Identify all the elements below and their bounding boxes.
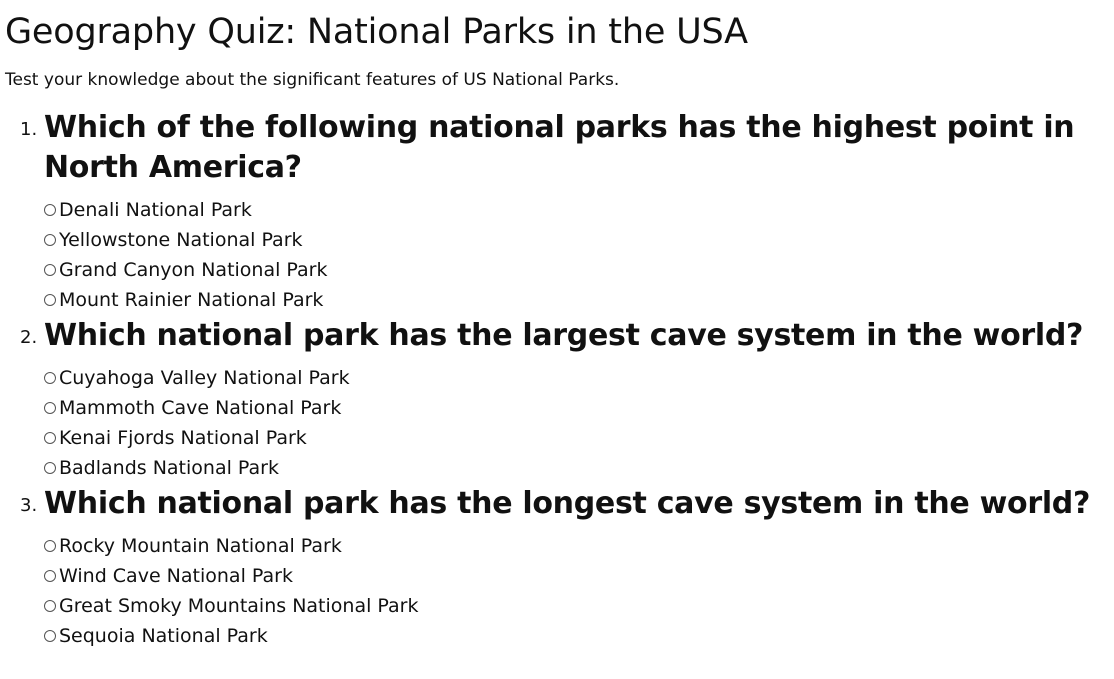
option-q1-c[interactable]: Grand Canyon National Park [44,255,1114,285]
option-label: Yellowstone National Park [59,229,303,251]
option-q2-c[interactable]: Kenai Fjords National Park [44,423,1114,453]
question-text: Which national park has the longest cave… [44,486,1091,521]
option-label: Denali National Park [59,199,252,221]
question-number: 2. [20,327,38,348]
options-group: Rocky Mountain National Park Wind Cave N… [44,531,1114,652]
option-q3-d[interactable]: Sequoia National Park [44,621,1114,651]
options-group: Denali National Park Yellowstone Nationa… [44,195,1114,316]
option-q2-b[interactable]: Mammoth Cave National Park [44,393,1114,423]
radio-button[interactable] [44,600,56,612]
option-label: Mount Rainier National Park [59,289,324,311]
quiz-page: Geography Quiz: National Parks in the US… [0,0,1114,652]
question-list: 1. Which of the following national parks… [5,108,1114,652]
option-q1-d[interactable]: Mount Rainier National Park [44,285,1114,315]
radio-button[interactable] [44,570,56,582]
question-number: 3. [20,495,38,516]
option-q2-a[interactable]: Cuyahoga Valley National Park [44,363,1114,393]
option-label: Grand Canyon National Park [59,259,328,281]
option-label: Wind Cave National Park [59,565,293,587]
radio-button[interactable] [44,432,56,444]
option-label: Great Smoky Mountains National Park [59,595,419,617]
option-label: Cuyahoga Valley National Park [59,367,350,389]
option-label: Rocky Mountain National Park [59,535,342,557]
page-title: Geography Quiz: National Parks in the US… [5,12,748,52]
question-1: 1. Which of the following national parks… [20,108,1114,316]
radio-button[interactable] [44,234,56,246]
page-subtitle: Test your knowledge about the significan… [5,70,620,90]
radio-button[interactable] [44,462,56,474]
question-text: Which national park has the largest cave… [44,318,1084,353]
radio-button[interactable] [44,402,56,414]
option-q3-a[interactable]: Rocky Mountain National Park [44,531,1114,561]
radio-button[interactable] [44,294,56,306]
radio-button[interactable] [44,372,56,384]
radio-button[interactable] [44,204,56,216]
question-number: 1. [20,119,38,140]
option-q3-b[interactable]: Wind Cave National Park [44,561,1114,591]
radio-button[interactable] [44,630,56,642]
radio-button[interactable] [44,540,56,552]
option-label: Mammoth Cave National Park [59,397,342,419]
option-label: Badlands National Park [59,457,279,479]
question-3: 3. Which national park has the longest c… [20,484,1114,652]
radio-button[interactable] [44,264,56,276]
question-2: 2. Which national park has the largest c… [20,316,1114,484]
option-q3-c[interactable]: Great Smoky Mountains National Park [44,591,1114,621]
option-q1-a[interactable]: Denali National Park [44,195,1114,225]
options-group: Cuyahoga Valley National Park Mammoth Ca… [44,363,1114,484]
question-text: Which of the following national parks ha… [44,110,1075,185]
option-label: Sequoia National Park [59,625,268,647]
option-q2-d[interactable]: Badlands National Park [44,453,1114,483]
option-label: Kenai Fjords National Park [59,427,307,449]
option-q1-b[interactable]: Yellowstone National Park [44,225,1114,255]
